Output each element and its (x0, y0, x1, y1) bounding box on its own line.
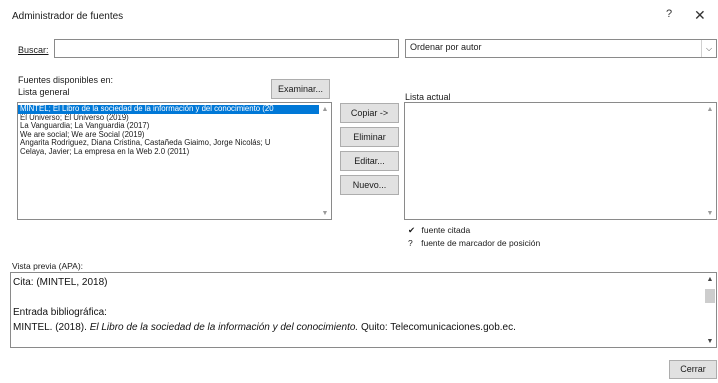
scroll-down-icon[interactable]: ▼ (704, 335, 716, 347)
legend-cited-text: fuente citada (421, 225, 471, 235)
preview-scrollbar[interactable]: ▲ ▼ (704, 273, 716, 347)
copy-button[interactable]: Copiar -> (340, 103, 399, 123)
legend-placeholder-text: fuente de marcador de posición (421, 238, 541, 248)
master-list-label: Lista general (18, 87, 70, 97)
dialog-title: Administrador de fuentes (12, 11, 124, 22)
search-label-text: Buscar: (18, 45, 49, 55)
search-label: Buscar: (18, 45, 49, 55)
close-button[interactable]: Cerrar (669, 360, 717, 379)
preview-bib-heading: Entrada bibliográfica: (13, 307, 107, 318)
preview-label: Vista previa (APA): (12, 261, 84, 271)
preview-bib-author-year: MINTEL. (2018). (13, 322, 90, 333)
chevron-down-icon: ⌵ (701, 40, 716, 57)
edit-button[interactable]: Editar... (340, 151, 399, 171)
preview-bib-entry: MINTEL. (2018). El Libro de la sociedad … (13, 322, 516, 333)
search-input[interactable] (54, 39, 399, 58)
preview-citation: Cita: (MINTEL, 2018) (13, 277, 108, 288)
help-icon[interactable]: ? (666, 8, 672, 20)
delete-button[interactable]: Eliminar (340, 127, 399, 147)
current-list-scrollbar[interactable]: ▲ ▼ (704, 103, 716, 219)
sources-available-label: Fuentes disponibles en: (18, 75, 114, 85)
sort-select[interactable]: Ordenar por autor ⌵ (405, 39, 717, 58)
master-list-items: MINTEL; El Libro de la sociedad de la in… (18, 103, 331, 156)
check-icon: ✔ (408, 225, 416, 235)
close-icon[interactable]: ✕ (694, 7, 706, 24)
legend-cited: ✔ fuente citada (408, 225, 470, 236)
browse-button[interactable]: Examinar... (271, 79, 330, 99)
preview-bib-rest: Quito: Telecomunicaciones.gob.ec. (358, 322, 516, 333)
scroll-up-icon[interactable]: ▲ (319, 103, 331, 115)
preview-box[interactable]: Cita: (MINTEL, 2018) Entrada bibliográfi… (10, 272, 717, 348)
scroll-up-icon[interactable]: ▲ (704, 103, 716, 115)
master-list[interactable]: MINTEL; El Libro de la sociedad de la in… (17, 102, 332, 220)
current-list-label: Lista actual (405, 92, 451, 102)
scroll-up-icon[interactable]: ▲ (704, 273, 716, 285)
master-list-scrollbar[interactable]: ▲ ▼ (319, 103, 331, 219)
list-item[interactable]: Celaya, Javier; La empresa en la Web 2.0… (18, 147, 319, 157)
current-list[interactable]: ▲ ▼ (404, 102, 717, 220)
scroll-down-icon[interactable]: ▼ (704, 207, 716, 219)
preview-bib-title: El Libro de la sociedad de la informació… (89, 322, 359, 333)
scroll-thumb[interactable] (705, 289, 715, 303)
question-icon: ? (408, 238, 413, 248)
new-button[interactable]: Nuevo... (340, 175, 399, 195)
scroll-down-icon[interactable]: ▼ (319, 207, 331, 219)
sort-select-value: Ordenar por autor (410, 42, 482, 52)
legend-placeholder: ? fuente de marcador de posición (408, 238, 540, 248)
